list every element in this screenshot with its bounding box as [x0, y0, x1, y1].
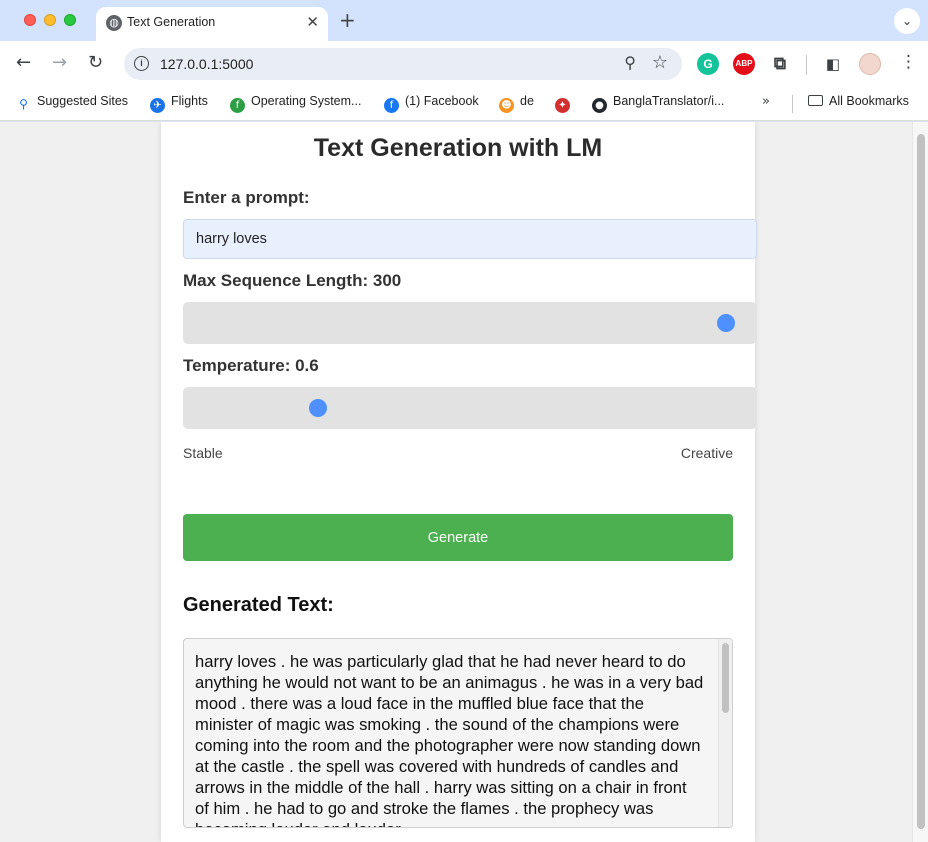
folder-icon: [808, 95, 823, 106]
bookmark-bird[interactable]: ✦: [555, 94, 576, 114]
bookmark-label: de: [520, 94, 534, 108]
bookmark-banglatranslator[interactable]: ● BanglaTranslator/i...: [592, 94, 724, 114]
generate-button[interactable]: Generate: [183, 514, 733, 561]
reload-icon[interactable]: ↻: [88, 52, 103, 73]
leaf-icon: f: [230, 98, 245, 113]
zoom-icon[interactable]: ⚲: [624, 53, 636, 72]
toolbar: ← → ↻ i 127.0.0.1:5000 ⚲ ☆ G ABP ⧉ ◧ ⋮: [0, 41, 928, 87]
search-icon: ⚲: [16, 97, 31, 112]
bookmark-de[interactable]: ☻ de: [499, 94, 534, 114]
side-panel-icon[interactable]: ◧: [822, 53, 844, 75]
browser-chrome: ◍ Text Generation ✕ + ⌄ ← → ↻ i 127.0.0.…: [0, 0, 928, 122]
all-bookmarks-button[interactable]: All Bookmarks: [808, 94, 909, 114]
bookmark-label: Operating System...: [251, 94, 362, 108]
bookmark-label: (1) Facebook: [405, 94, 479, 108]
output-scrollbar-thumb[interactable]: [722, 643, 729, 713]
menu-kebab-icon[interactable]: ⋮: [900, 52, 917, 72]
facebook-icon: f: [384, 98, 399, 113]
huggingface-icon: ☻: [499, 98, 514, 113]
site-info-icon[interactable]: i: [134, 56, 149, 71]
tab-text-generation[interactable]: ◍ Text Generation ✕: [96, 7, 328, 41]
page-title: Text Generation with LM: [313, 134, 603, 162]
page-scrollbar-thumb[interactable]: [917, 134, 925, 829]
bookmarks-divider: [792, 95, 793, 113]
avatar[interactable]: [859, 53, 881, 75]
minimize-window-button[interactable]: [44, 14, 56, 26]
all-bookmarks-label: All Bookmarks: [829, 94, 909, 108]
page-scrollbar[interactable]: [912, 122, 928, 842]
github-icon: ●: [592, 98, 607, 113]
temperature-slider[interactable]: [183, 387, 757, 429]
forward-arrow-icon[interactable]: →: [52, 52, 67, 73]
output-scrollbar[interactable]: [718, 639, 732, 827]
tab-title: Text Generation: [127, 15, 216, 29]
bookmark-star-icon[interactable]: ☆: [652, 52, 668, 73]
max-length-label: Max Sequence Length: 300: [183, 271, 402, 290]
back-arrow-icon[interactable]: ←: [16, 52, 31, 73]
page-viewport: Text Generation with LM Enter a prompt: …: [0, 122, 912, 842]
toolbar-divider: [806, 55, 807, 75]
bookmark-facebook[interactable]: f (1) Facebook: [384, 94, 479, 114]
tab-strip: ◍ Text Generation ✕ + ⌄: [0, 0, 928, 41]
temperature-label: Temperature: 0.6: [183, 356, 319, 375]
bookmark-label: BanglaTranslator/i...: [613, 94, 725, 108]
address-bar[interactable]: i 127.0.0.1:5000 ⚲ ☆: [124, 48, 682, 80]
bookmarks-bar: ⚲ Suggested Sites ✈ Flights f Operating Sys…: [0, 87, 928, 121]
close-icon[interactable]: ✕: [306, 13, 319, 31]
max-length-slider[interactable]: [183, 302, 757, 344]
chevron-double-right-icon[interactable]: »: [762, 94, 770, 109]
globe-icon: ◍: [106, 15, 122, 31]
main-container: Text Generation with LM Enter a prompt: …: [161, 122, 757, 842]
grammarly-icon[interactable]: G: [697, 53, 719, 75]
extensions-puzzle-icon[interactable]: ⧉: [769, 53, 791, 75]
airplane-icon: ✈: [150, 98, 165, 113]
creative-label: Creative: [680, 445, 733, 461]
temperature-slider-thumb[interactable]: [308, 399, 327, 417]
close-window-button[interactable]: [24, 14, 36, 26]
bookmark-suggested-sites[interactable]: ⚲ Suggested Sites: [16, 94, 128, 114]
bird-icon: ✦: [555, 98, 570, 113]
prompt-input[interactable]: [183, 219, 757, 259]
generated-text-heading: Generated Text:: [183, 594, 334, 616]
adblock-icon[interactable]: ABP: [733, 53, 755, 75]
chevron-down-icon[interactable]: ⌄: [894, 8, 920, 34]
bookmark-flights[interactable]: ✈ Flights: [150, 94, 208, 114]
bookmark-label: Flights: [171, 94, 208, 108]
prompt-label: Enter a prompt:: [183, 188, 310, 207]
url-text[interactable]: 127.0.0.1:5000: [160, 56, 253, 72]
generated-text-box[interactable]: harry loves . he was particularly glad t…: [183, 638, 733, 828]
new-tab-button[interactable]: +: [339, 8, 356, 32]
stable-label: Stable: [183, 445, 223, 461]
generated-text: harry loves . he was particularly glad t…: [195, 652, 704, 827]
bookmark-operating-system[interactable]: f Operating System...: [230, 94, 361, 114]
max-length-slider-thumb[interactable]: [716, 314, 735, 332]
bookmark-label: Suggested Sites: [37, 94, 129, 108]
maximize-window-button[interactable]: [64, 14, 76, 26]
